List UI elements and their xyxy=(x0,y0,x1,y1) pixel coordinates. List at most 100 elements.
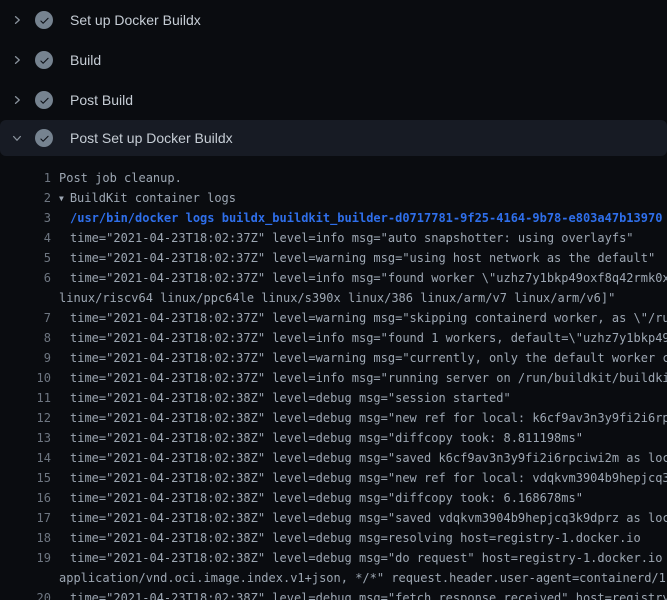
line-number[interactable]: 6 xyxy=(0,268,51,288)
log-text: linux/riscv64 linux/ppc64le linux/s390x … xyxy=(59,291,615,305)
line-number[interactable]: 15 xyxy=(0,468,51,488)
log-line: 7 time="2021-04-23T18:02:37Z" level=warn… xyxy=(0,308,667,328)
log-line: 12 time="2021-04-23T18:02:38Z" level=deb… xyxy=(0,408,667,428)
check-circle-icon xyxy=(35,11,53,29)
chevron-right-icon xyxy=(11,54,23,66)
log-line: 13 time="2021-04-23T18:02:38Z" level=deb… xyxy=(0,428,667,448)
log-text: time="2021-04-23T18:02:38Z" level=debug … xyxy=(70,591,667,600)
log-line: 4 time="2021-04-23T18:02:37Z" level=info… xyxy=(0,228,667,248)
line-number[interactable]: 14 xyxy=(0,448,51,468)
line-number[interactable]: 20 xyxy=(0,588,51,600)
chevron-right-icon xyxy=(11,94,23,106)
log-line: 19 time="2021-04-23T18:02:38Z" level=deb… xyxy=(0,548,667,568)
log-text: /usr/bin/docker logs buildx_buildkit_bui… xyxy=(70,211,662,225)
log-line: 3 /usr/bin/docker logs buildx_buildkit_b… xyxy=(0,208,667,228)
line-number[interactable]: 10 xyxy=(0,368,51,388)
log-line: 20 time="2021-04-23T18:02:38Z" level=deb… xyxy=(0,588,667,600)
log-line-content: time="2021-04-23T18:02:37Z" level=warnin… xyxy=(70,308,667,328)
log-line-content: time="2021-04-23T18:02:38Z" level=debug … xyxy=(70,408,667,428)
log-text: BuildKit container logs xyxy=(70,191,236,205)
group-collapse-triangle-icon[interactable]: ▼ xyxy=(59,189,64,208)
log-text: time="2021-04-23T18:02:37Z" level=warnin… xyxy=(70,311,667,325)
log-line: linux/riscv64 linux/ppc64le linux/s390x … xyxy=(0,288,667,308)
check-icon xyxy=(39,55,50,66)
log-text: time="2021-04-23T18:02:37Z" level=info m… xyxy=(70,331,667,345)
line-number[interactable]: 13 xyxy=(0,428,51,448)
chevron-right-icon xyxy=(11,14,23,26)
step-header[interactable]: Post Set up Docker Buildx xyxy=(0,120,667,156)
log-text: time="2021-04-23T18:02:38Z" level=debug … xyxy=(70,411,667,425)
log-line-content: time="2021-04-23T18:02:38Z" level=debug … xyxy=(70,388,667,408)
log-line-content: /usr/bin/docker logs buildx_buildkit_bui… xyxy=(70,208,667,228)
log-text: time="2021-04-23T18:02:38Z" level=debug … xyxy=(70,531,641,545)
check-icon xyxy=(39,133,50,144)
log-line: 16 time="2021-04-23T18:02:38Z" level=deb… xyxy=(0,488,667,508)
log-text: time="2021-04-23T18:02:37Z" level=warnin… xyxy=(70,251,655,265)
line-number[interactable]: 9 xyxy=(0,348,51,368)
log-line: 17 time="2021-04-23T18:02:38Z" level=deb… xyxy=(0,508,667,528)
line-number[interactable]: 5 xyxy=(0,248,51,268)
step-header[interactable]: Set up Docker Buildx xyxy=(0,0,667,40)
log-line: 6 time="2021-04-23T18:02:37Z" level=info… xyxy=(0,268,667,288)
chevron-icon[interactable] xyxy=(9,52,25,68)
line-number[interactable]: 7 xyxy=(0,308,51,328)
log-text: Post job cleanup. xyxy=(59,171,182,185)
log-line: 10 time="2021-04-23T18:02:37Z" level=inf… xyxy=(0,368,667,388)
log-line: 1 Post job cleanup. xyxy=(0,168,667,188)
chevron-icon[interactable] xyxy=(9,12,25,28)
check-icon xyxy=(39,95,50,106)
log-line-content: time="2021-04-23T18:02:38Z" level=debug … xyxy=(70,488,667,508)
log-line-content: application/vnd.oci.image.index.v1+json,… xyxy=(59,568,667,588)
check-circle-icon xyxy=(35,51,53,69)
line-number[interactable]: 12 xyxy=(0,408,51,428)
line-number[interactable]: 18 xyxy=(0,528,51,548)
log-text: time="2021-04-23T18:02:38Z" level=debug … xyxy=(70,391,511,405)
line-number[interactable]: 1 xyxy=(0,168,51,188)
log-text: time="2021-04-23T18:02:37Z" level=info m… xyxy=(70,271,667,285)
log-text: time="2021-04-23T18:02:37Z" level=info m… xyxy=(70,231,634,245)
line-number[interactable]: 8 xyxy=(0,328,51,348)
log-text: time="2021-04-23T18:02:38Z" level=debug … xyxy=(70,511,667,525)
log-line-content: time="2021-04-23T18:02:38Z" level=debug … xyxy=(70,508,667,528)
log-line-content: time="2021-04-23T18:02:38Z" level=debug … xyxy=(70,528,667,548)
log-line-content: linux/riscv64 linux/ppc64le linux/s390x … xyxy=(59,288,667,308)
line-number[interactable]: 3 xyxy=(0,208,51,228)
line-number[interactable]: 2 xyxy=(0,188,51,208)
step-label: Build xyxy=(70,52,101,68)
log-line-content: time="2021-04-23T18:02:37Z" level=warnin… xyxy=(70,248,667,268)
step-label: Post Build xyxy=(70,92,133,108)
log-line: 15 time="2021-04-23T18:02:38Z" level=deb… xyxy=(0,468,667,488)
log-line: 8 time="2021-04-23T18:02:37Z" level=info… xyxy=(0,328,667,348)
check-icon xyxy=(39,15,50,26)
step-header[interactable]: Post Build xyxy=(0,80,667,120)
line-number[interactable]: 4 xyxy=(0,228,51,248)
log-line-content: time="2021-04-23T18:02:37Z" level=info m… xyxy=(70,228,667,248)
log-line: 18 time="2021-04-23T18:02:38Z" level=deb… xyxy=(0,528,667,548)
log-text: application/vnd.oci.image.index.v1+json,… xyxy=(59,571,667,585)
log-line-content: time="2021-04-23T18:02:38Z" level=debug … xyxy=(70,588,667,600)
job-log-panel: Set up Docker Buildx Build xyxy=(0,0,667,600)
line-number[interactable] xyxy=(0,568,51,588)
log-line-content: ▼ BuildKit container logs xyxy=(59,188,667,208)
log-line: 9 time="2021-04-23T18:02:37Z" level=warn… xyxy=(0,348,667,368)
log-line-content: time="2021-04-23T18:02:38Z" level=debug … xyxy=(70,468,667,488)
chevron-icon[interactable] xyxy=(9,92,25,108)
log-line: 5 time="2021-04-23T18:02:37Z" level=warn… xyxy=(0,248,667,268)
chevron-icon[interactable] xyxy=(9,130,25,146)
line-number[interactable]: 11 xyxy=(0,388,51,408)
line-number[interactable]: 17 xyxy=(0,508,51,528)
log-text: time="2021-04-23T18:02:38Z" level=debug … xyxy=(70,431,583,445)
log-line-content: Post job cleanup. xyxy=(59,168,667,188)
log-line: 2 ▼ BuildKit container logs xyxy=(0,188,667,208)
line-number[interactable]: 16 xyxy=(0,488,51,508)
check-circle-icon xyxy=(35,129,53,147)
step-header[interactable]: Build xyxy=(0,40,667,80)
log-text: time="2021-04-23T18:02:38Z" level=debug … xyxy=(70,451,667,465)
line-number[interactable] xyxy=(0,288,51,308)
log-line-content: time="2021-04-23T18:02:38Z" level=debug … xyxy=(70,548,667,568)
log-area: 1 Post job cleanup. 2 ▼ BuildKit containe… xyxy=(0,156,667,600)
log-line-content: time="2021-04-23T18:02:37Z" level=warnin… xyxy=(70,348,667,368)
log-text: time="2021-04-23T18:02:37Z" level=info m… xyxy=(70,371,667,385)
steps-list: Set up Docker Buildx Build xyxy=(0,0,667,156)
line-number[interactable]: 19 xyxy=(0,548,51,568)
